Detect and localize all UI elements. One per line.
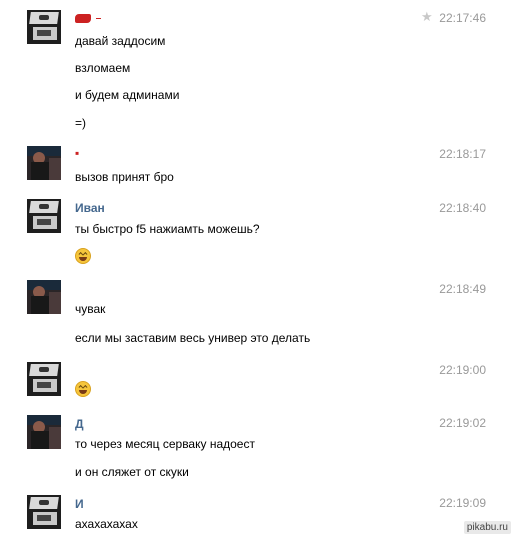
message-time[interactable]: 22:19:02 <box>439 416 486 430</box>
message-time[interactable]: 22:19:00 <box>439 363 486 377</box>
avatar[interactable] <box>27 415 61 449</box>
message-text: =) <box>75 116 87 130</box>
message-text: и будем админами <box>75 88 180 102</box>
message-time[interactable]: 22:18:49 <box>439 282 486 296</box>
message-text: ахахахахах <box>75 517 138 531</box>
sender-name[interactable] <box>75 11 101 25</box>
star-icon[interactable]: ★ <box>421 9 433 25</box>
avatar[interactable] <box>27 199 61 233</box>
message-text: то через месяц серваку надоест <box>75 437 255 451</box>
message-text: взломаем <box>75 61 131 75</box>
redacted-name-mark <box>96 18 101 20</box>
message-time[interactable]: 22:18:40 <box>439 201 486 215</box>
laughing-emoji-icon <box>75 248 91 264</box>
redacted-name-mark: ▪ <box>75 146 80 160</box>
message-text: ты быстро f5 нажиамть можешь? <box>75 222 260 236</box>
message-time[interactable]: 22:18:17 <box>439 147 486 161</box>
message-time[interactable]: 22:17:46 <box>439 11 486 25</box>
watermark: pikabu.ru <box>463 521 511 534</box>
redacted-name-mark <box>75 14 91 24</box>
avatar[interactable] <box>27 362 61 396</box>
message-text: давай заддосим <box>75 34 166 48</box>
sender-name[interactable]: Иван <box>75 201 105 215</box>
message-text: если мы заставим весь универ это делать <box>75 331 311 345</box>
avatar[interactable] <box>27 10 61 44</box>
message-text: и он сляжет от скуки <box>75 465 189 479</box>
avatar[interactable] <box>27 280 61 314</box>
message-time[interactable]: 22:19:09 <box>439 496 486 510</box>
avatar[interactable] <box>27 495 61 529</box>
sender-name[interactable]: И <box>75 497 84 511</box>
avatar[interactable] <box>27 146 61 180</box>
message-text: чувак <box>75 302 106 316</box>
sender-name[interactable]: ▪ <box>75 146 79 160</box>
laughing-emoji-icon <box>75 381 91 397</box>
sender-name[interactable]: Д <box>75 417 84 431</box>
message-text: вызов принят бро <box>75 170 174 184</box>
